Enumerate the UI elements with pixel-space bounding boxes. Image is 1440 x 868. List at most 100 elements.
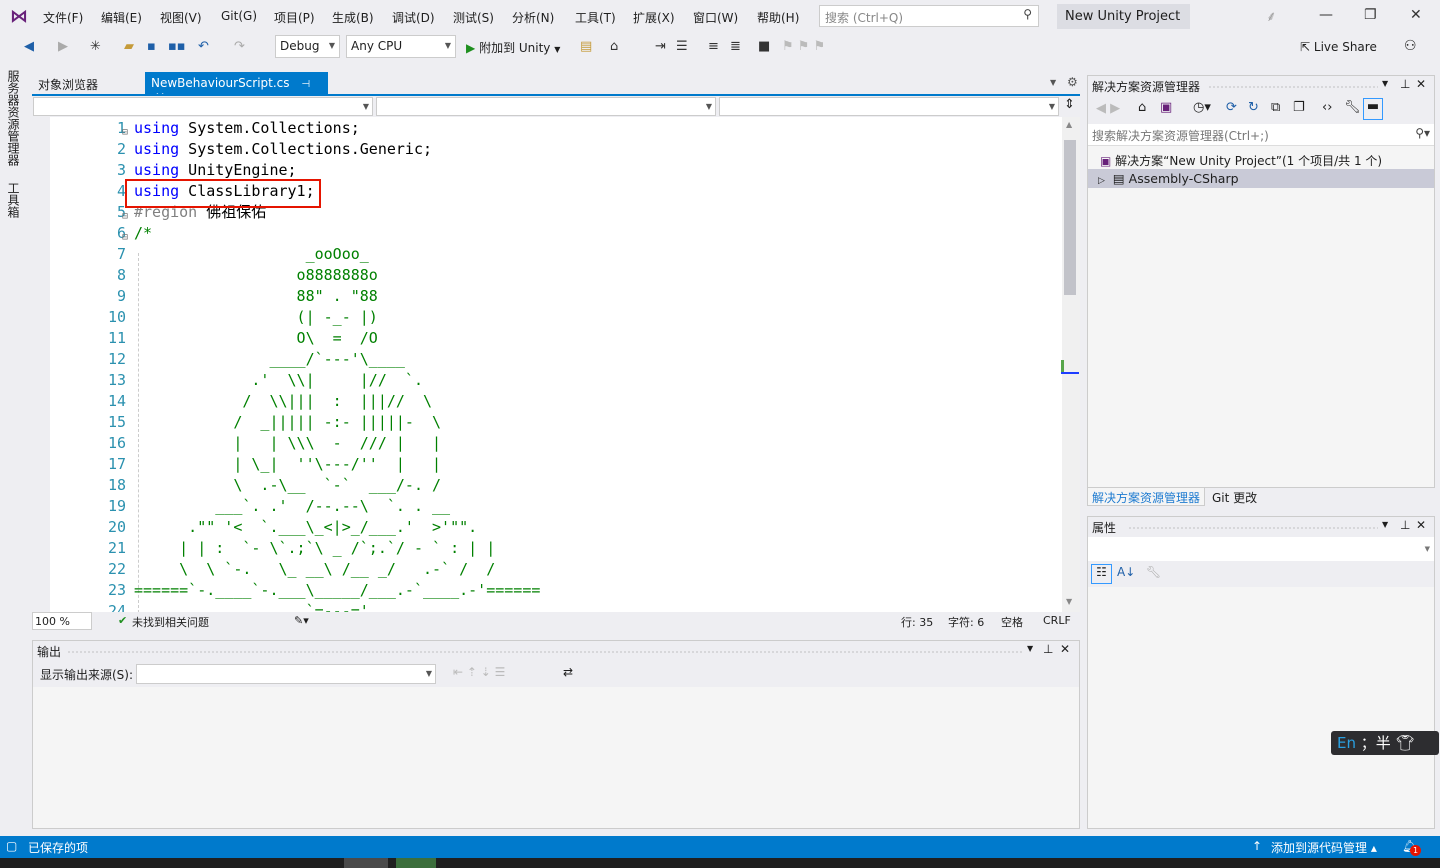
server-explorer-tab[interactable]: 服务器资源管理器 xyxy=(6,70,20,166)
scrollbar-thumb[interactable] xyxy=(1064,140,1076,295)
pin-icon[interactable]: ⊣ xyxy=(301,79,310,90)
outline-icon[interactable]: ☰ xyxy=(676,39,688,54)
menu-item[interactable]: 扩展(X) xyxy=(633,9,675,26)
close-button[interactable]: ✕ xyxy=(1410,7,1422,23)
chevron-down-icon[interactable]: ▼ xyxy=(1382,79,1388,88)
categorized-icon[interactable]: ☷ xyxy=(1091,564,1112,584)
solution-node[interactable]: ▣ 解决方案“New Unity Project”(1 个项目/共 1 个) xyxy=(1100,152,1382,169)
drag-handle[interactable] xyxy=(1128,526,1378,530)
taskbar-item[interactable] xyxy=(344,858,388,868)
close-icon[interactable]: ✕ xyxy=(1416,518,1426,532)
close-icon[interactable]: ✕ xyxy=(1416,77,1426,91)
chevron-down-icon[interactable]: ▼ xyxy=(1382,520,1388,529)
gear-icon[interactable]: ⚙ xyxy=(1067,75,1078,89)
uncomment-icon[interactable]: ≣ xyxy=(730,39,741,54)
project-dropdown[interactable]: ▼ xyxy=(33,97,373,116)
scroll-up-icon[interactable]: ▲ xyxy=(1066,120,1072,129)
expand-icon[interactable]: ▷ xyxy=(1098,176,1105,186)
whitespace-status[interactable]: 空格 xyxy=(1001,614,1023,630)
bookmark-icon[interactable]: ■ xyxy=(758,39,770,54)
new-item-icon[interactable]: ✳ xyxy=(90,39,101,54)
back-icon[interactable]: ◀ ▶ xyxy=(1096,101,1120,116)
alphabetical-icon[interactable]: A↓ xyxy=(1117,565,1135,579)
feedback-icon[interactable]: ⸙ xyxy=(1266,7,1277,26)
tab-solution-explorer[interactable]: 解决方案资源管理器 xyxy=(1087,488,1205,506)
switch-views-icon[interactable]: ▣ xyxy=(1160,100,1172,115)
menu-item[interactable]: 窗口(W) xyxy=(693,9,738,26)
forward-icon[interactable]: ▶ xyxy=(58,39,68,54)
menu-item[interactable]: 帮助(H) xyxy=(757,9,799,26)
find-in-files-icon[interactable]: ▤ xyxy=(580,39,592,54)
menu-item[interactable]: 项目(P) xyxy=(274,9,315,26)
property-pages-icon[interactable]: 🔧︎ xyxy=(1146,565,1161,579)
save-icon[interactable]: ▪ xyxy=(147,39,156,54)
collapse-all-icon[interactable]: ⧉ xyxy=(1271,100,1280,115)
properties-toolbar: ☷ A↓ 🔧︎ xyxy=(1088,561,1434,587)
tab-newbehaviourscript[interactable]: NewBehaviourScript.cs ⊣ ✕ xyxy=(145,72,328,104)
undo-icon[interactable]: ↶ xyxy=(198,39,209,54)
properties-wrench-icon[interactable]: 🔧︎ xyxy=(1344,100,1361,115)
toolbar: ◀ ▶ ✳ ▰ ▪ ▪▪ ↶ ↷ xyxy=(0,34,1440,62)
config-select[interactable]: Debug ▼ xyxy=(275,35,340,58)
menu-item[interactable]: Git(G) xyxy=(221,9,257,23)
menu-item[interactable]: 调试(D) xyxy=(392,9,435,26)
account-icon[interactable]: ⚇ xyxy=(1404,38,1417,54)
menu-item[interactable]: 测试(S) xyxy=(453,9,494,26)
step-icon[interactable]: ⇥ xyxy=(655,39,666,54)
prev-bookmark-icon[interactable]: ⚑ ⚑ ⚑ xyxy=(782,39,825,54)
refresh-icon[interactable]: ↻ xyxy=(1248,100,1259,115)
attach-unity-button[interactable]: ▶ 附加到 Unity ▼ xyxy=(466,39,560,56)
pin-icon[interactable]: ⊥ xyxy=(1400,77,1410,91)
issues-status[interactable]: 未找到相关问题 xyxy=(132,614,209,630)
platform-select[interactable]: Any CPU ▼ xyxy=(346,35,456,58)
pin-icon[interactable]: ⊥ xyxy=(1043,642,1053,656)
menu-item[interactable]: 视图(V) xyxy=(160,9,202,26)
save-all-icon[interactable]: ▪▪ xyxy=(168,39,186,54)
close-icon[interactable]: ✕ xyxy=(1060,642,1070,656)
split-icon[interactable]: ⇕ xyxy=(1064,97,1075,112)
output-source-select[interactable]: ▼ xyxy=(136,664,436,684)
preview-icon[interactable]: ▬ xyxy=(1363,98,1383,120)
sync-icon[interactable]: ⟳ xyxy=(1226,100,1237,115)
redo-icon[interactable]: ↷ xyxy=(234,39,245,54)
menu-item[interactable]: 编辑(E) xyxy=(101,9,142,26)
word-wrap-icon[interactable]: ⇄ xyxy=(563,665,573,679)
ime-indicator[interactable]: En ；半 👕︎ xyxy=(1331,731,1439,755)
type-dropdown[interactable]: ▼ xyxy=(376,97,716,116)
project-node[interactable]: ▷ ▤ Assembly-CSharp xyxy=(1088,169,1434,188)
object-select[interactable]: ▼ xyxy=(1088,537,1434,561)
zoom-select[interactable]: 100 % xyxy=(32,612,92,630)
menu-item[interactable]: 分析(N) xyxy=(512,9,554,26)
add-to-source-control-button[interactable]: 添加到源代码管理 ▴ xyxy=(1271,839,1377,856)
restore-button[interactable]: ❐ xyxy=(1364,7,1377,23)
taskbar-item[interactable] xyxy=(396,858,436,868)
eol-status[interactable]: CRLF xyxy=(1043,614,1071,627)
cleanup-icon[interactable]: ✎▾ xyxy=(294,614,309,627)
minimize-button[interactable]: — xyxy=(1319,7,1333,23)
show-all-files-icon[interactable]: ❐ xyxy=(1293,100,1305,115)
menu-item[interactable]: 生成(B) xyxy=(332,9,374,26)
menu-item[interactable]: 文件(F) xyxy=(43,9,83,26)
view-code-icon[interactable]: ‹› xyxy=(1322,100,1332,115)
drag-handle[interactable] xyxy=(67,650,1022,654)
member-dropdown[interactable]: ▼ xyxy=(719,97,1059,116)
menu-item[interactable]: 工具(T) xyxy=(575,9,616,26)
pin-icon[interactable]: ⊥ xyxy=(1400,518,1410,532)
drag-handle[interactable] xyxy=(1208,85,1378,89)
search-input[interactable]: 搜索 (Ctrl+Q) ⚲ xyxy=(819,5,1039,27)
comment-icon[interactable]: ≡ xyxy=(708,39,719,54)
scroll-down-icon[interactable]: ▼ xyxy=(1066,597,1072,606)
pending-changes-icon[interactable]: ◷▾ xyxy=(1193,100,1211,115)
open-icon[interactable]: ▰ xyxy=(124,39,134,54)
solution-home-icon[interactable]: ⌂ xyxy=(610,39,618,54)
toolbox-tab[interactable]: 工具箱 xyxy=(5,182,22,218)
live-share-button[interactable]: ⇱ Live Share xyxy=(1300,40,1377,54)
back-icon[interactable]: ◀ xyxy=(24,39,34,54)
home-icon[interactable]: ⌂ xyxy=(1138,100,1146,115)
tab-list-icon[interactable]: ▼ xyxy=(1050,78,1056,87)
tab-git-changes[interactable]: Git 更改 xyxy=(1212,489,1257,506)
solution-search-input[interactable]: 搜索解决方案资源管理器(Ctrl+;) ⚲▾ xyxy=(1088,124,1434,146)
chevron-down-icon[interactable]: ▼ xyxy=(1027,644,1033,653)
find-message-icon[interactable]: ⇤ ⇡ ⇣ ☰ xyxy=(453,665,505,679)
tab-object-browser[interactable]: 对象浏览器 xyxy=(32,72,104,94)
